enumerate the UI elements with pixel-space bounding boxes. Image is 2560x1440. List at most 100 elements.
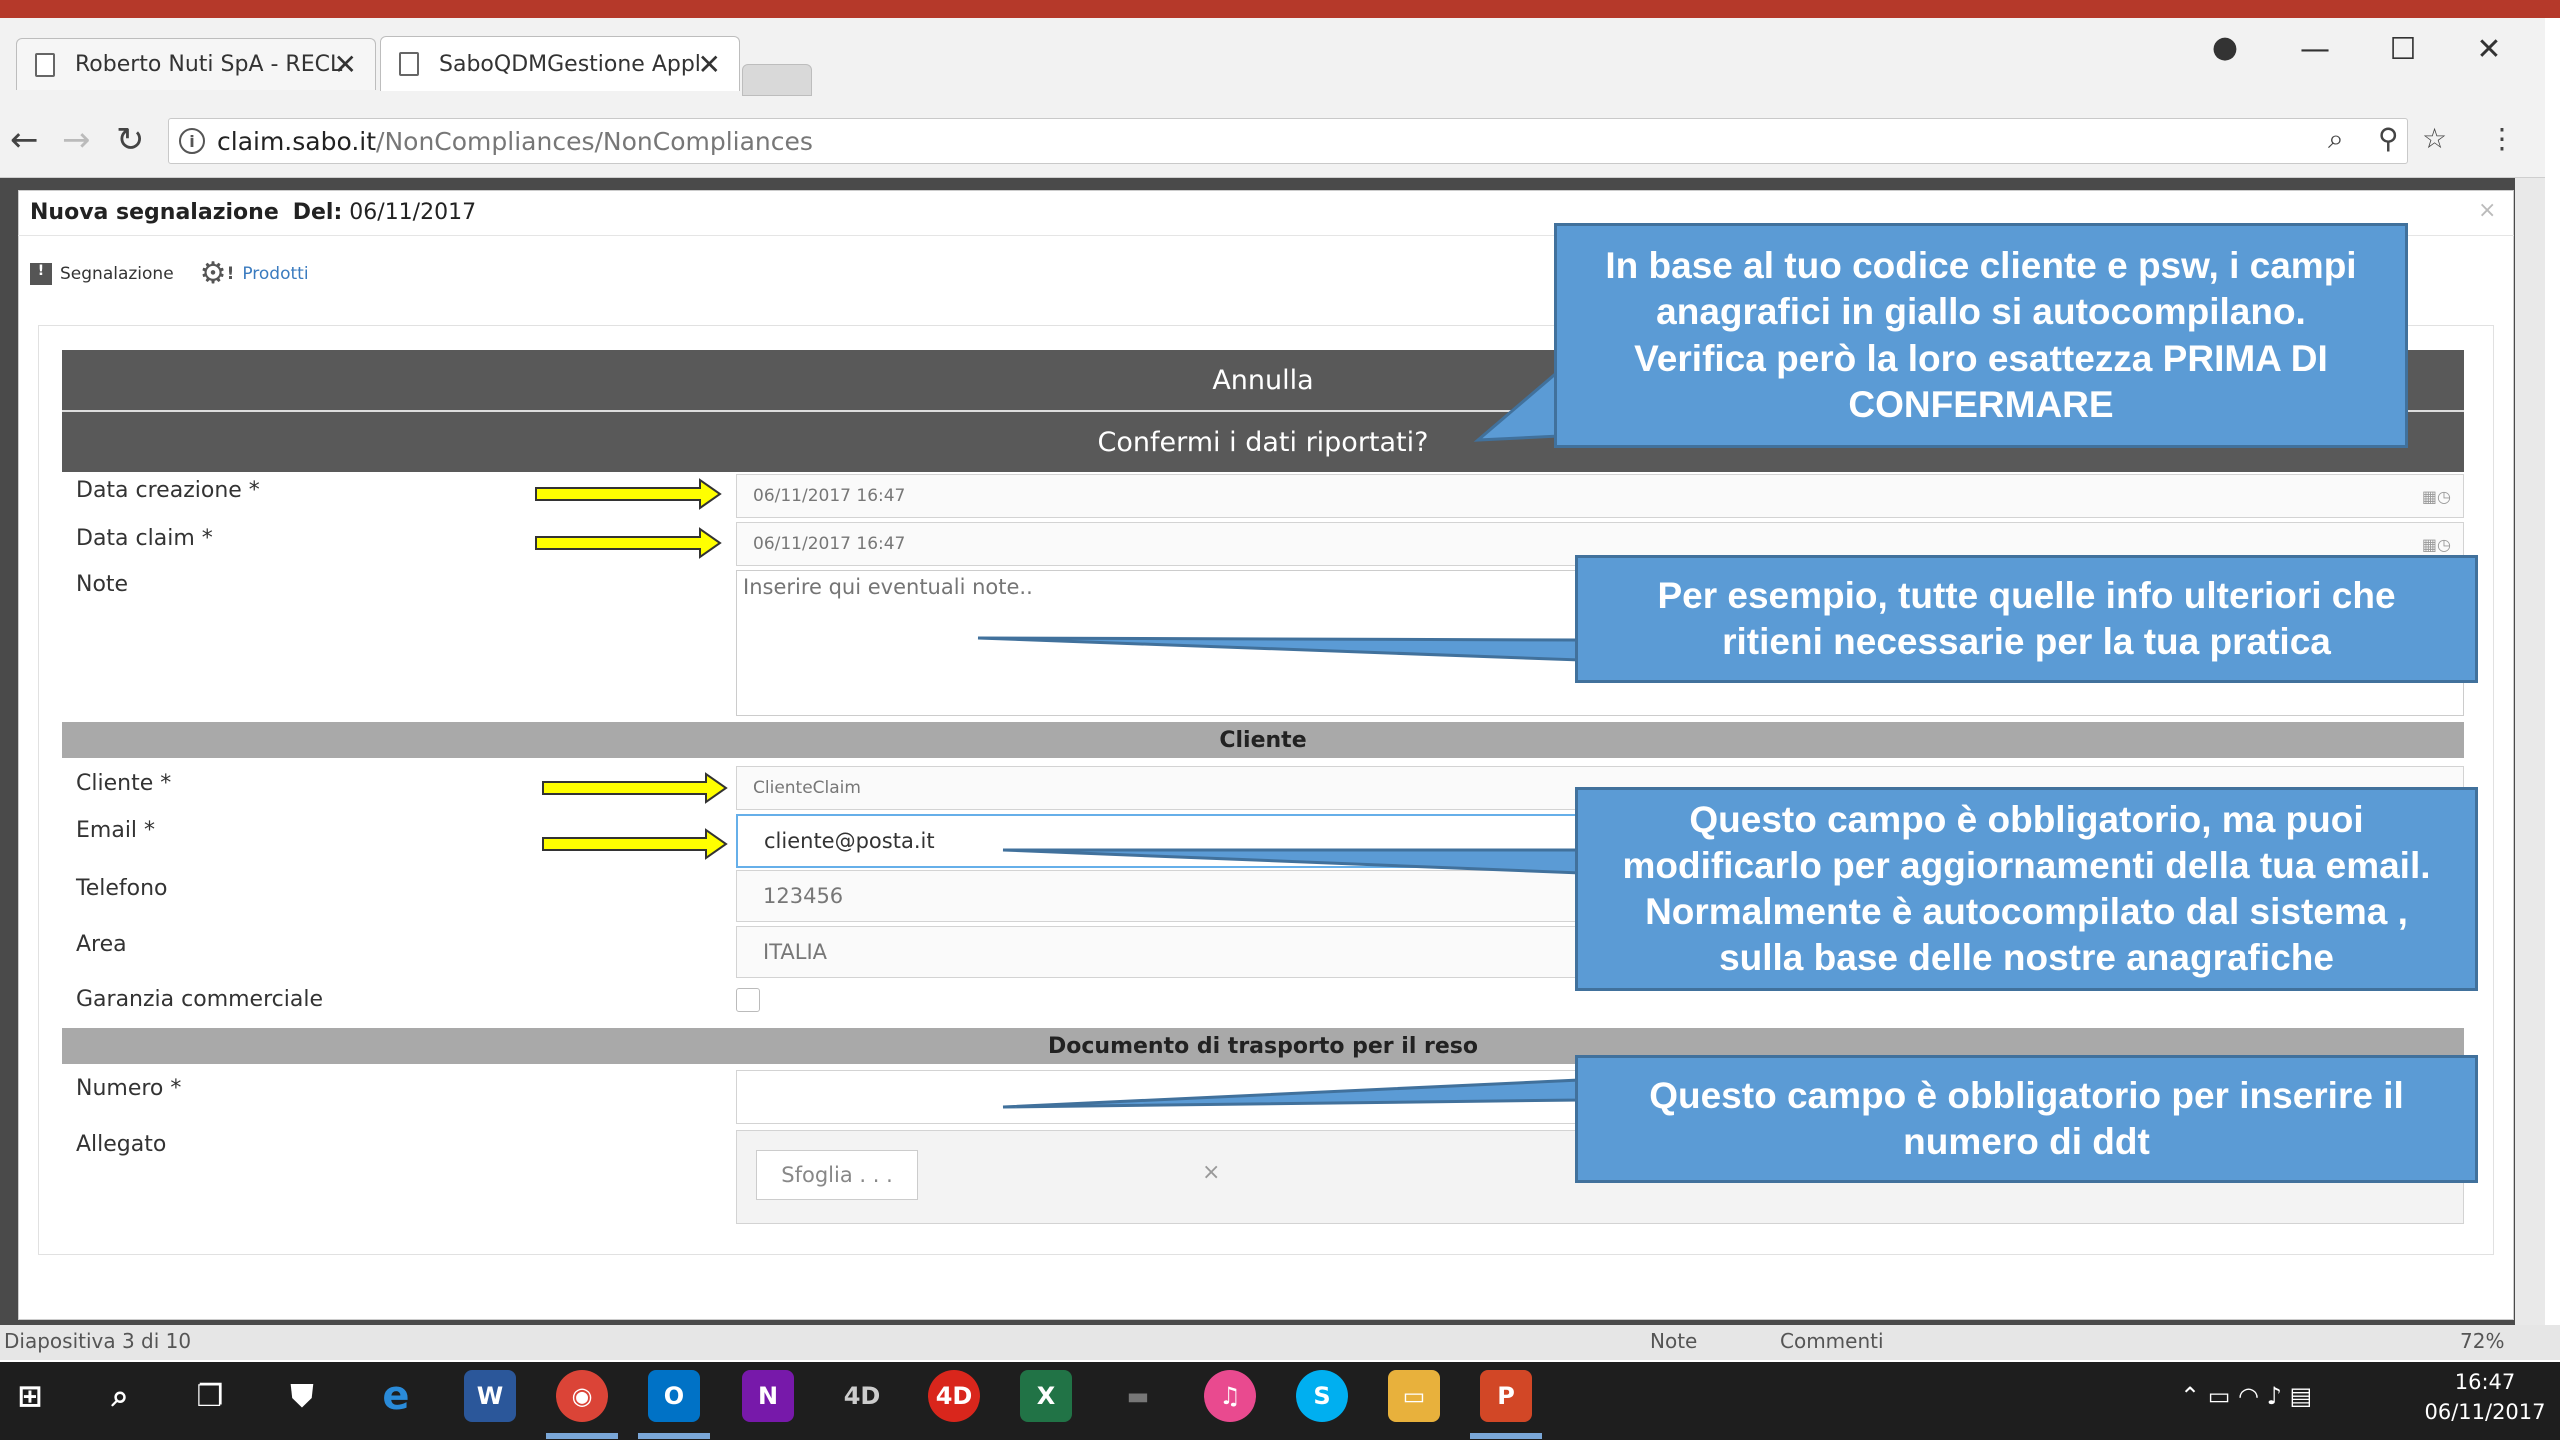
modal-tabs: ! Segnalazione ⚙! Prodotti: [30, 256, 309, 291]
skype-icon[interactable]: S: [1296, 1370, 1348, 1422]
field-label: Note: [76, 572, 129, 597]
gear-icon: ⚙: [199, 256, 227, 291]
callout-line: In base al tuo codice cliente e psw, i c…: [1605, 245, 2357, 286]
browse-button[interactable]: Sfoglia . . .: [756, 1150, 918, 1200]
data-creazione-input[interactable]: 06/11/2017 16:47 ▦◷: [736, 474, 2464, 518]
taskbar-clock[interactable]: 16:47 06/11/2017: [2410, 1367, 2560, 1427]
clear-file-icon[interactable]: ×: [1202, 1160, 1220, 1185]
tab-title: Roberto Nuti SpA - RECL: [75, 52, 343, 77]
date-label: Del:: [292, 200, 343, 225]
store-icon[interactable]: ⛊: [276, 1370, 328, 1422]
callout-line: sulla base delle nostre anagrafiche: [1719, 937, 2334, 979]
excel-icon[interactable]: X: [1020, 1370, 1072, 1422]
callout-line: Questo campo è obbligatorio per inserire…: [1649, 1074, 2404, 1116]
field-value: ClienteClaim: [753, 778, 861, 798]
document-icon: [35, 52, 55, 77]
callout-line: CONFERMARE: [1848, 383, 2114, 425]
field-label: Data creazione *: [76, 478, 260, 503]
close-tab-icon[interactable]: ✕: [334, 48, 357, 81]
profile-icon[interactable]: ●: [2200, 30, 2250, 65]
extension-icon[interactable]: ⚲: [2378, 122, 2399, 155]
callout-line: Normalmente è autocompilato dal sistema …: [1645, 891, 2408, 932]
close-tab-icon[interactable]: ✕: [698, 48, 721, 81]
active-indicator: [638, 1433, 710, 1439]
bookmark-star-icon[interactable]: ☆: [2422, 122, 2447, 155]
windows-start-icon[interactable]: ⊞: [4, 1370, 56, 1422]
edge-icon[interactable]: e: [370, 1370, 422, 1422]
section-cliente: Cliente: [62, 722, 2464, 758]
back-icon[interactable]: ←: [10, 120, 39, 160]
menu-icon[interactable]: ⋮: [2488, 122, 2516, 155]
itunes-icon[interactable]: ♫: [1204, 1370, 1256, 1422]
field-label: Telefono: [76, 876, 168, 901]
field-label: Cliente *: [76, 771, 172, 796]
presentation-status-bar: Diapositiva 3 di 10 Note Commenti 72%: [0, 1325, 2560, 1360]
word-icon[interactable]: W: [464, 1370, 516, 1422]
zoom-icon[interactable]: ⌕: [2328, 122, 2344, 156]
tab-segnalazione[interactable]: Segnalazione: [60, 264, 174, 284]
garanzia-checkbox[interactable]: [736, 988, 760, 1012]
task-view-icon[interactable]: ❐: [184, 1370, 236, 1422]
callout-line: Verifica però la loro esattezza PRIMA DI: [1634, 337, 2328, 379]
system-tray-icons[interactable]: ⌃ ▭ ◠ ♪ ▤: [2180, 1382, 2312, 1410]
notes-button[interactable]: Note: [1650, 1329, 1697, 1353]
callout-line: Questo campo è obbligatorio, ma puoi: [1689, 798, 2364, 840]
calendar-clock-icon[interactable]: ▦◷: [2422, 487, 2451, 506]
4d-server-icon[interactable]: 4D: [928, 1370, 980, 1422]
calendar-clock-icon[interactable]: ▦◷: [2422, 535, 2451, 554]
tab-title: SaboQDMGestione Appl: [439, 51, 701, 77]
minimize-button[interactable]: —: [2290, 32, 2340, 67]
field-value: 123456: [763, 884, 844, 908]
zoom-level: 72%: [2460, 1329, 2505, 1353]
field-label: Data claim *: [76, 526, 213, 551]
warning-icon: !: [226, 263, 235, 284]
callout-line: numero di ddt: [1903, 1121, 2150, 1162]
reload-icon[interactable]: ↻: [116, 120, 145, 160]
close-window-button[interactable]: ✕: [2464, 32, 2514, 67]
window-accent-line: [0, 0, 2560, 18]
app-icon[interactable]: ▬: [1112, 1370, 1164, 1422]
4d-icon[interactable]: 4D: [836, 1370, 888, 1422]
active-indicator: [546, 1433, 618, 1439]
powerpoint-icon[interactable]: P: [1480, 1370, 1532, 1422]
maximize-button[interactable]: ☐: [2378, 32, 2428, 67]
onenote-icon[interactable]: N: [742, 1370, 794, 1422]
callout-line: modificarlo per aggiornamenti della tua …: [1622, 844, 2431, 886]
field-label: Email *: [76, 818, 156, 843]
field-value: 06/11/2017 16:47: [753, 486, 906, 506]
field-value: 06/11/2017 16:47: [753, 534, 906, 554]
modal-close-icon[interactable]: ×: [2478, 198, 2496, 223]
document-icon: [399, 52, 419, 76]
scrollbar[interactable]: [2515, 178, 2545, 1356]
field-label: Numero *: [76, 1076, 182, 1101]
clock-date: 06/11/2017: [2424, 1400, 2546, 1424]
callout-line: ritieni necessarie per la tua pratica: [1722, 621, 2331, 662]
field-label: Garanzia commerciale: [76, 987, 323, 1012]
callout-line: anagrafici in giallo si autocompilano.: [1656, 291, 2306, 333]
address-bar[interactable]: i claim.sabo.it/NonCompliances/NonCompli…: [168, 118, 2408, 164]
comments-button[interactable]: Commenti: [1780, 1329, 1884, 1353]
field-value: ITALIA: [763, 940, 828, 964]
warning-icon: !: [30, 262, 52, 285]
callout-autofill: In base al tuo codice cliente e psw, i c…: [1554, 223, 2408, 448]
field-label: Allegato: [76, 1132, 167, 1157]
callout-email: Questo campo è obbligatorio, ma puoi mod…: [1575, 787, 2478, 991]
tab-prodotti[interactable]: Prodotti: [242, 264, 308, 284]
modal-title: Nuova segnalazione: [30, 200, 279, 225]
callout-ddt: Questo campo è obbligatorio per inserire…: [1575, 1055, 2478, 1183]
date-value: 06/11/2017: [349, 200, 477, 225]
url-host: claim.sabo.it: [217, 126, 377, 156]
file-explorer-icon[interactable]: ▭: [1388, 1370, 1440, 1422]
tab-roberto-nuti[interactable]: Roberto Nuti SpA - RECL ✕: [16, 38, 376, 90]
url-path: /NonCompliances/NonCompliances: [376, 126, 813, 156]
active-indicator: [1470, 1433, 1542, 1439]
info-icon[interactable]: i: [179, 128, 205, 154]
field-label: Area: [76, 932, 127, 957]
chrome-icon[interactable]: ◉: [556, 1370, 608, 1422]
field-value: cliente@posta.it: [764, 829, 935, 853]
new-tab-button[interactable]: [742, 64, 812, 96]
search-icon[interactable]: ⌕: [94, 1370, 146, 1422]
tab-sabo-qdm[interactable]: SaboQDMGestione Appl ✕: [380, 36, 740, 91]
outlook-icon[interactable]: O: [648, 1370, 700, 1422]
forward-icon[interactable]: →: [62, 120, 91, 160]
